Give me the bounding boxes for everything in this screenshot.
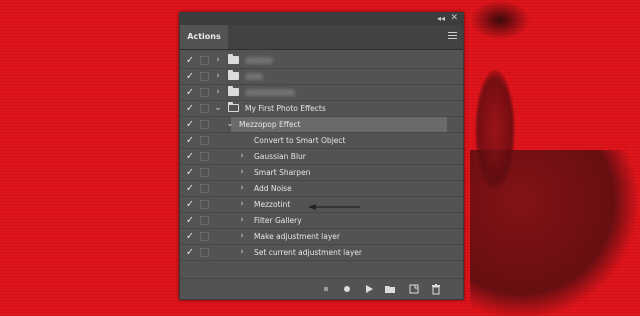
chevron-down-icon[interactable]: ⌄ [213, 101, 223, 116]
chevron-right-icon[interactable]: › [237, 245, 247, 260]
toggle-item-check-icon[interactable]: ✓ [184, 149, 196, 164]
new-action-icon[interactable] [408, 283, 420, 295]
action-step-row[interactable]: ✓ › Filter Gallery [180, 213, 463, 229]
row-label: Add Noise [254, 184, 292, 193]
toggle-dialog-box[interactable] [200, 232, 209, 241]
toggle-item-check-icon[interactable]: ✓ [184, 53, 196, 68]
toggle-dialog-box[interactable] [200, 248, 209, 257]
background-shape [475, 70, 515, 190]
redacted-label [245, 57, 273, 64]
chevron-right-icon[interactable]: › [237, 229, 247, 244]
action-step-row[interactable]: ✓ › Make adjustment layer [180, 229, 463, 245]
toggle-item-check-icon[interactable]: ✓ [184, 181, 196, 196]
row-label: Filter Gallery [254, 216, 302, 225]
row-label: Convert to Smart Object [254, 136, 346, 145]
toggle-item-check-icon[interactable]: ✓ [184, 101, 196, 116]
chevron-right-icon[interactable]: › [237, 181, 247, 196]
new-set-folder-icon[interactable] [384, 283, 396, 295]
folder-icon [228, 86, 239, 96]
toggle-dialog-box[interactable] [200, 104, 209, 113]
chevron-right-icon[interactable]: › [237, 213, 247, 228]
toggle-item-check-icon[interactable]: ✓ [184, 117, 196, 132]
close-panel-icon[interactable]: ✕ [450, 13, 458, 24]
toggle-dialog-box[interactable] [200, 184, 209, 193]
chevron-right-icon[interactable]: › [237, 165, 247, 180]
panel-bottom-toolbar [180, 278, 463, 299]
action-step-row[interactable]: ✓ › Smart Sharpen [180, 165, 463, 181]
action-step-row[interactable]: ✓ Convert to Smart Object [180, 133, 463, 149]
row-label: Gaussian Blur [254, 152, 306, 161]
redacted-label [245, 89, 295, 96]
action-row[interactable]: ✓ ⌄ Mezzopop Effect [180, 117, 463, 133]
folder-icon [228, 54, 239, 64]
row-label: Mezzopop Effect [239, 120, 301, 129]
toggle-item-check-icon[interactable]: ✓ [184, 229, 196, 244]
toggle-dialog-box[interactable] [200, 216, 209, 225]
actions-list: ✓ › ✓ › ✓ › ✓ ⌄ My First Photo Effects ✓ ⌄ Mezzopop… [180, 53, 463, 261]
hamburger-menu-icon[interactable] [448, 32, 457, 40]
toggle-dialog-box[interactable] [200, 152, 209, 161]
toggle-item-check-icon[interactable]: ✓ [184, 69, 196, 84]
trash-icon[interactable] [430, 283, 442, 295]
toggle-item-check-icon[interactable]: ✓ [184, 245, 196, 260]
action-step-row[interactable]: ✓ › Gaussian Blur [180, 149, 463, 165]
chevron-right-icon[interactable]: › [213, 85, 223, 100]
action-step-row[interactable]: ✓ › Add Noise [180, 181, 463, 197]
chevron-right-icon[interactable]: › [213, 53, 223, 68]
row-label: Set current adjustment layer [254, 248, 362, 257]
record-icon[interactable] [341, 283, 353, 295]
chevron-right-icon[interactable]: › [237, 197, 247, 212]
chevron-down-icon[interactable]: ⌄ [225, 117, 235, 132]
row-label: My First Photo Effects [245, 104, 326, 113]
toggle-dialog-box[interactable] [200, 72, 209, 81]
redacted-label [245, 73, 263, 80]
actions-panel: ◂◂ ✕ Actions ✓ › ✓ › ✓ › ✓ ⌄ My First Photo Effe… [179, 12, 464, 300]
row-label: Mezzotint [254, 200, 291, 209]
collapse-panel-icon[interactable]: ◂◂ [437, 14, 445, 24]
toggle-item-check-icon[interactable]: ✓ [184, 213, 196, 228]
toggle-dialog-box[interactable] [200, 200, 209, 209]
chevron-right-icon[interactable]: › [213, 69, 223, 84]
folder-icon [228, 70, 239, 80]
action-set-row[interactable]: ✓ ⌄ My First Photo Effects [180, 101, 463, 117]
toggle-dialog-box[interactable] [200, 56, 209, 65]
toggle-dialog-box[interactable] [200, 136, 209, 145]
annotation-arrow-icon [308, 204, 360, 210]
row-label: Smart Sharpen [254, 168, 311, 177]
action-step-row[interactable]: ✓ › Set current adjustment layer [180, 245, 463, 261]
stop-icon[interactable] [320, 283, 332, 295]
toggle-dialog-box[interactable] [200, 88, 209, 97]
toggle-dialog-box[interactable] [200, 168, 209, 177]
action-set-row[interactable]: ✓ › [180, 53, 463, 69]
toggle-item-check-icon[interactable]: ✓ [184, 165, 196, 180]
action-set-row[interactable]: ✓ › [180, 69, 463, 85]
toggle-item-check-icon[interactable]: ✓ [184, 197, 196, 212]
panel-title-bar[interactable]: ◂◂ ✕ [180, 13, 463, 25]
folder-icon [228, 102, 239, 112]
tab-actions[interactable]: Actions [180, 25, 228, 49]
background-shape [470, 0, 530, 40]
play-icon[interactable] [363, 283, 375, 295]
toggle-dialog-box[interactable] [200, 120, 209, 129]
panel-tab-bar: Actions [180, 25, 463, 50]
row-label: Make adjustment layer [254, 232, 340, 241]
toggle-item-check-icon[interactable]: ✓ [184, 85, 196, 100]
action-set-row[interactable]: ✓ › [180, 85, 463, 101]
chevron-right-icon[interactable]: › [237, 149, 247, 164]
toggle-item-check-icon[interactable]: ✓ [184, 133, 196, 148]
